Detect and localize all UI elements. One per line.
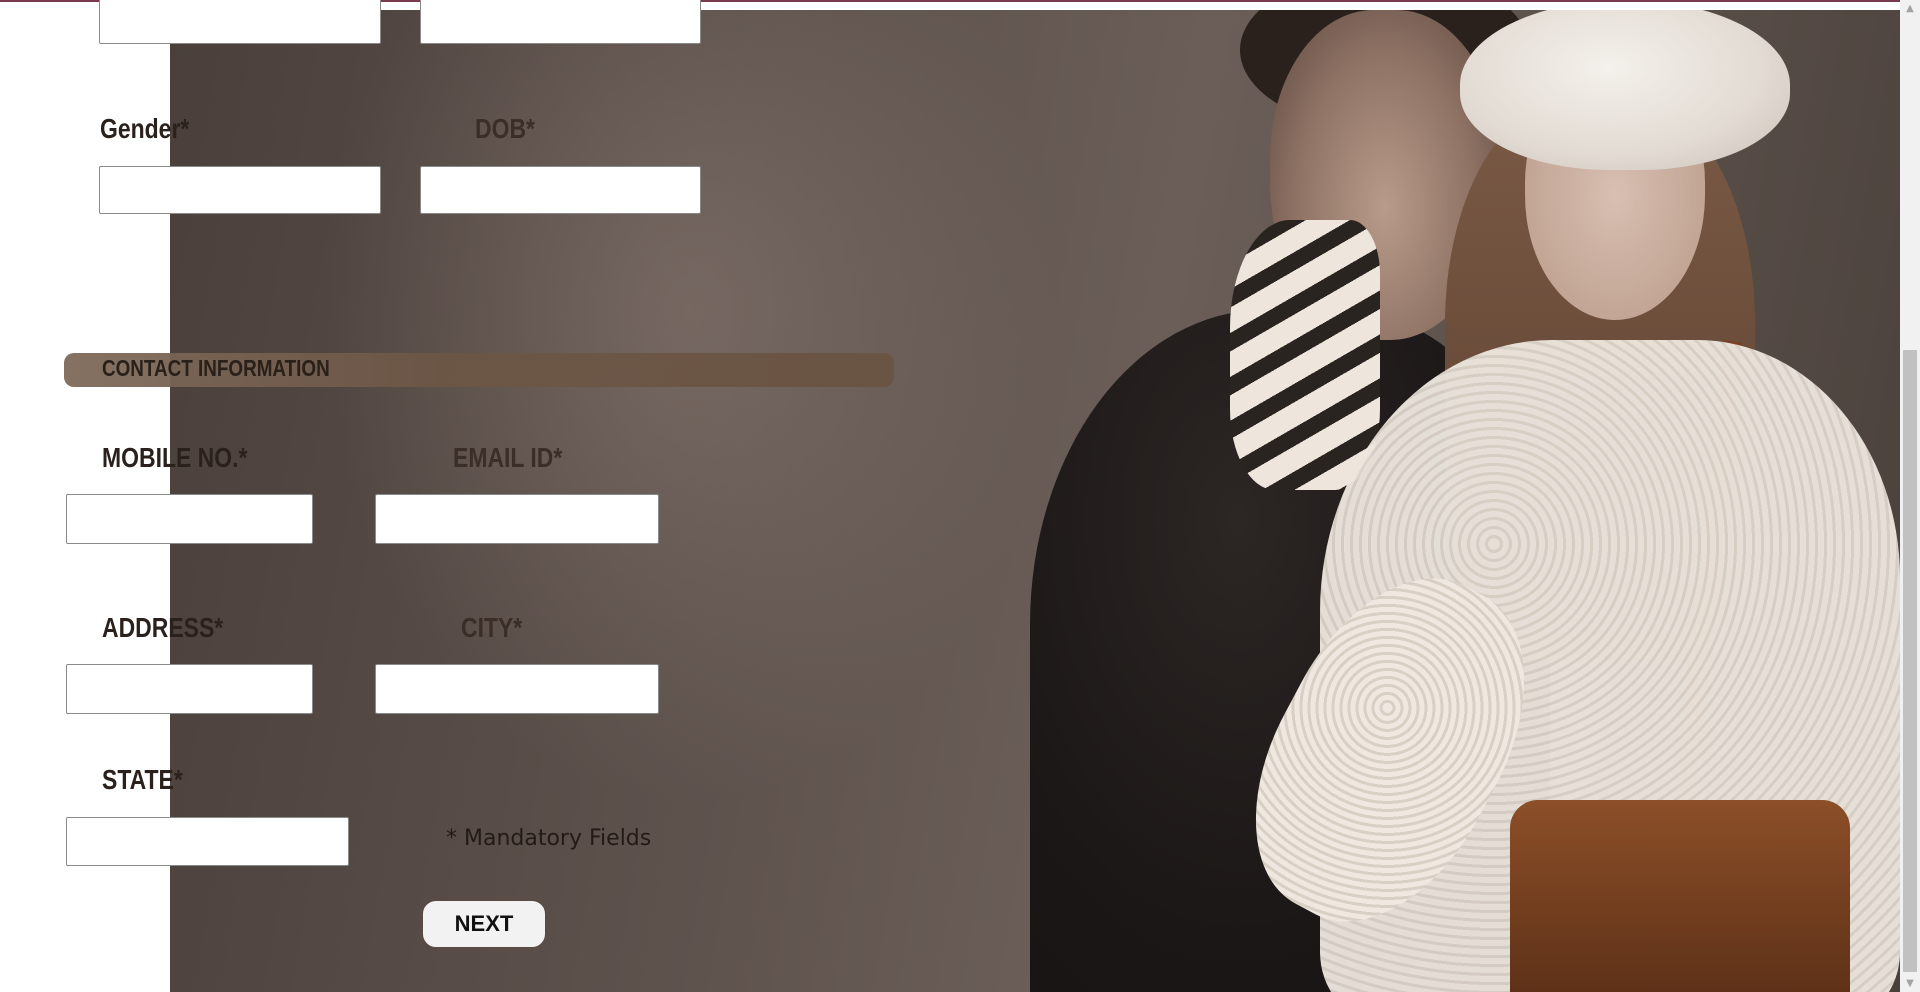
scroll-down-arrow-icon[interactable]: ▼: [1900, 975, 1920, 992]
dob-label: DOB*: [475, 113, 535, 144]
vertical-scrollbar[interactable]: ▲ ▼: [1900, 0, 1920, 992]
address-input[interactable]: [66, 664, 313, 714]
email-input[interactable]: [375, 494, 659, 544]
mandatory-fields-note: * Mandatory Fields: [446, 826, 652, 851]
contact-section-title: CONTACT INFORMATION: [102, 355, 330, 381]
mobile-input[interactable]: [66, 494, 313, 544]
page: Gender* DOB* CONTACT INFORMATION MOBILE …: [0, 0, 1920, 992]
mobile-label: MOBILE NO.*: [102, 442, 248, 473]
city-label: CITY*: [461, 612, 523, 643]
state-input[interactable]: [66, 817, 349, 866]
photo-handbag: [1510, 800, 1850, 992]
next-button[interactable]: NEXT: [422, 900, 546, 948]
top-left-input[interactable]: [99, 0, 381, 44]
city-input[interactable]: [375, 664, 659, 714]
scroll-up-arrow-icon[interactable]: ▲: [1900, 0, 1920, 17]
gender-input[interactable]: [99, 166, 381, 214]
scrollbar-thumb[interactable]: [1903, 350, 1917, 972]
state-label: STATE*: [102, 764, 183, 795]
photo-fur-hat: [1460, 10, 1790, 170]
top-right-input[interactable]: [420, 0, 701, 44]
gender-label: Gender*: [100, 113, 190, 144]
address-label: ADDRESS*: [102, 612, 224, 643]
email-label: EMAIL ID*: [453, 442, 563, 473]
dob-input[interactable]: [420, 166, 701, 214]
photo-scarf: [1230, 220, 1380, 490]
